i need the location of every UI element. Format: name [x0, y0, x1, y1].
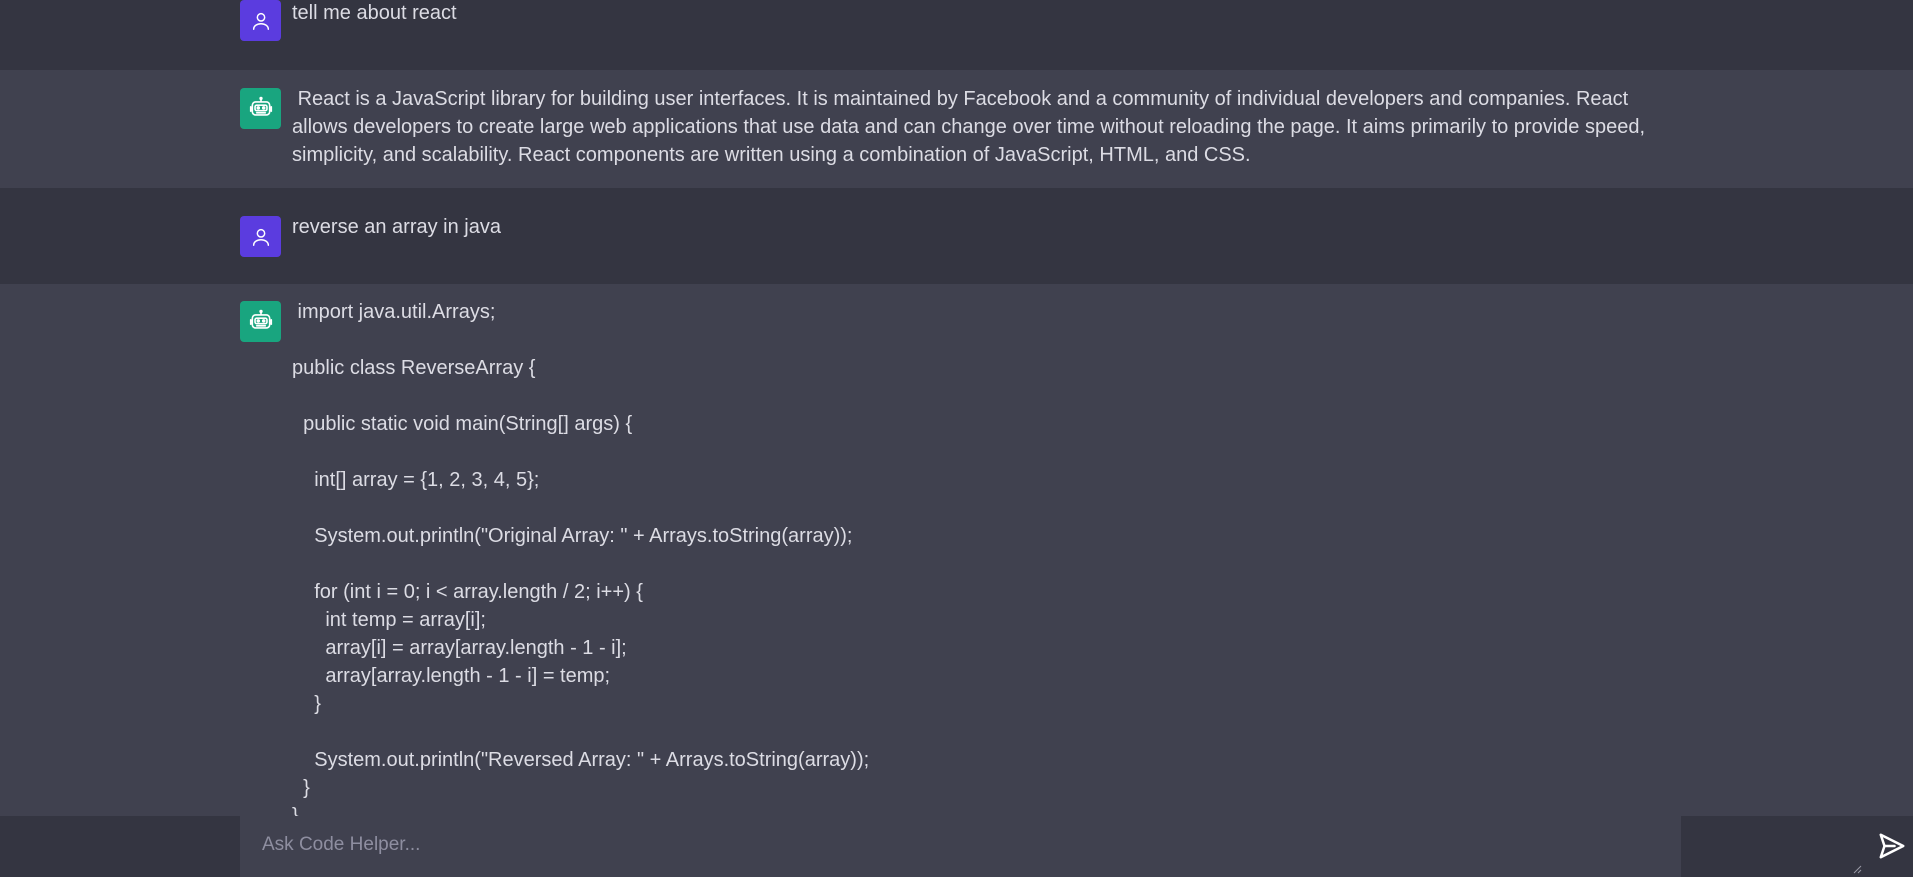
message-text: tell me about react — [292, 2, 457, 24]
message-text: React is a JavaScript library for buildi… — [292, 88, 1651, 166]
app-window: tell me about react React is a JavaScrip… — [0, 0, 1913, 877]
resize-handle-icon[interactable] — [1852, 864, 1862, 874]
chat-message-bot: import java.util.Arrays; public class Re… — [0, 284, 1913, 816]
bot-avatar — [240, 301, 281, 342]
message-text: reverse an array in java — [292, 216, 501, 238]
code-response-text: import java.util.Arrays; public class Re… — [292, 301, 870, 816]
chat-message-bot: React is a JavaScript library for buildi… — [0, 70, 1913, 188]
user-icon — [252, 12, 269, 30]
user-avatar — [240, 216, 281, 257]
chat-message-user: reverse an array in java — [0, 188, 1913, 284]
robot-icon — [249, 309, 272, 329]
chat-message-user: tell me about react — [0, 0, 1913, 70]
chat-container[interactable]: tell me about react React is a JavaScrip… — [0, 0, 1913, 816]
composer-bar — [0, 816, 1913, 877]
user-icon — [252, 228, 269, 246]
robot-icon — [249, 96, 272, 116]
user-avatar — [240, 0, 281, 41]
send-button[interactable] — [1870, 824, 1913, 868]
prompt-box — [240, 816, 1905, 877]
bot-avatar — [240, 88, 281, 129]
send-icon — [1879, 833, 1905, 859]
prompt-input[interactable] — [240, 816, 1620, 877]
